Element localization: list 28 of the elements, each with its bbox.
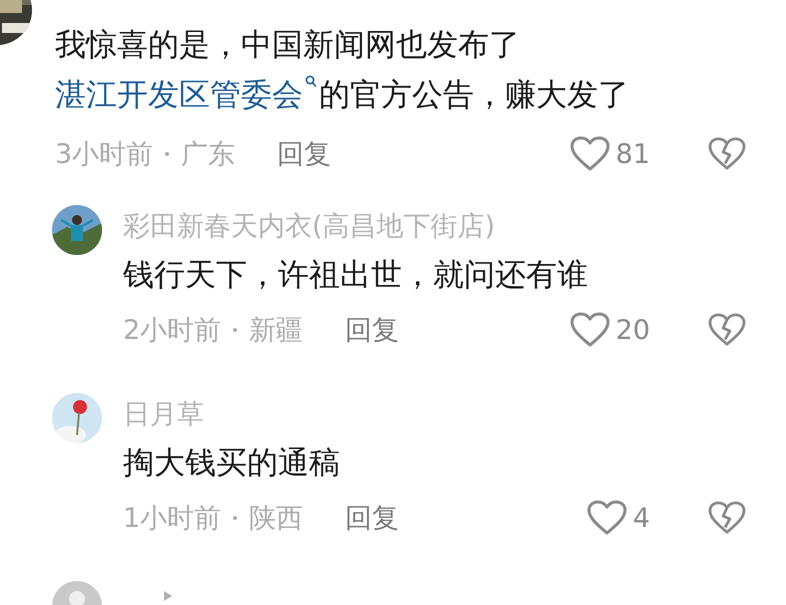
triangle-icon — [163, 590, 173, 602]
time-text: 2小时前 — [123, 314, 222, 348]
search-icon — [305, 75, 317, 89]
comment-text: 钱行天下，许祖出世，就问还有谁 — [123, 257, 588, 293]
reply-button[interactable]: 回复 — [345, 312, 400, 348]
heart-icon[interactable] — [586, 500, 627, 536]
broken-heart-icon[interactable] — [708, 137, 746, 171]
location-text: 新疆 — [249, 314, 304, 348]
separator-dot — [233, 516, 238, 520]
location-text: 陕西 — [249, 502, 304, 536]
comment-text: 我惊喜的是，中国新闻网也发布了 — [55, 27, 520, 63]
broken-heart-icon[interactable] — [708, 501, 746, 535]
location-text: 广东 — [181, 138, 236, 172]
time-text: 3小时前 — [55, 138, 154, 172]
search-link[interactable]: 湛江开发区管委会 — [55, 77, 319, 113]
like-count: 4 — [632, 502, 650, 534]
comment-text: 的官方公告，赚大发了 — [319, 77, 629, 113]
time-text: 1小时前 — [123, 502, 222, 536]
reply-button[interactable]: 回复 — [277, 136, 332, 172]
comment-text: 掏大钱买的通稿 — [123, 445, 340, 481]
like-count: 81 — [616, 138, 650, 170]
separator-dot — [165, 152, 170, 156]
like-count: 20 — [616, 314, 650, 346]
heart-icon[interactable] — [570, 136, 610, 172]
reply-button[interactable]: 回复 — [345, 500, 400, 536]
separator-dot — [233, 328, 238, 332]
broken-heart-icon[interactable] — [708, 313, 746, 347]
heart-icon[interactable] — [570, 312, 610, 348]
